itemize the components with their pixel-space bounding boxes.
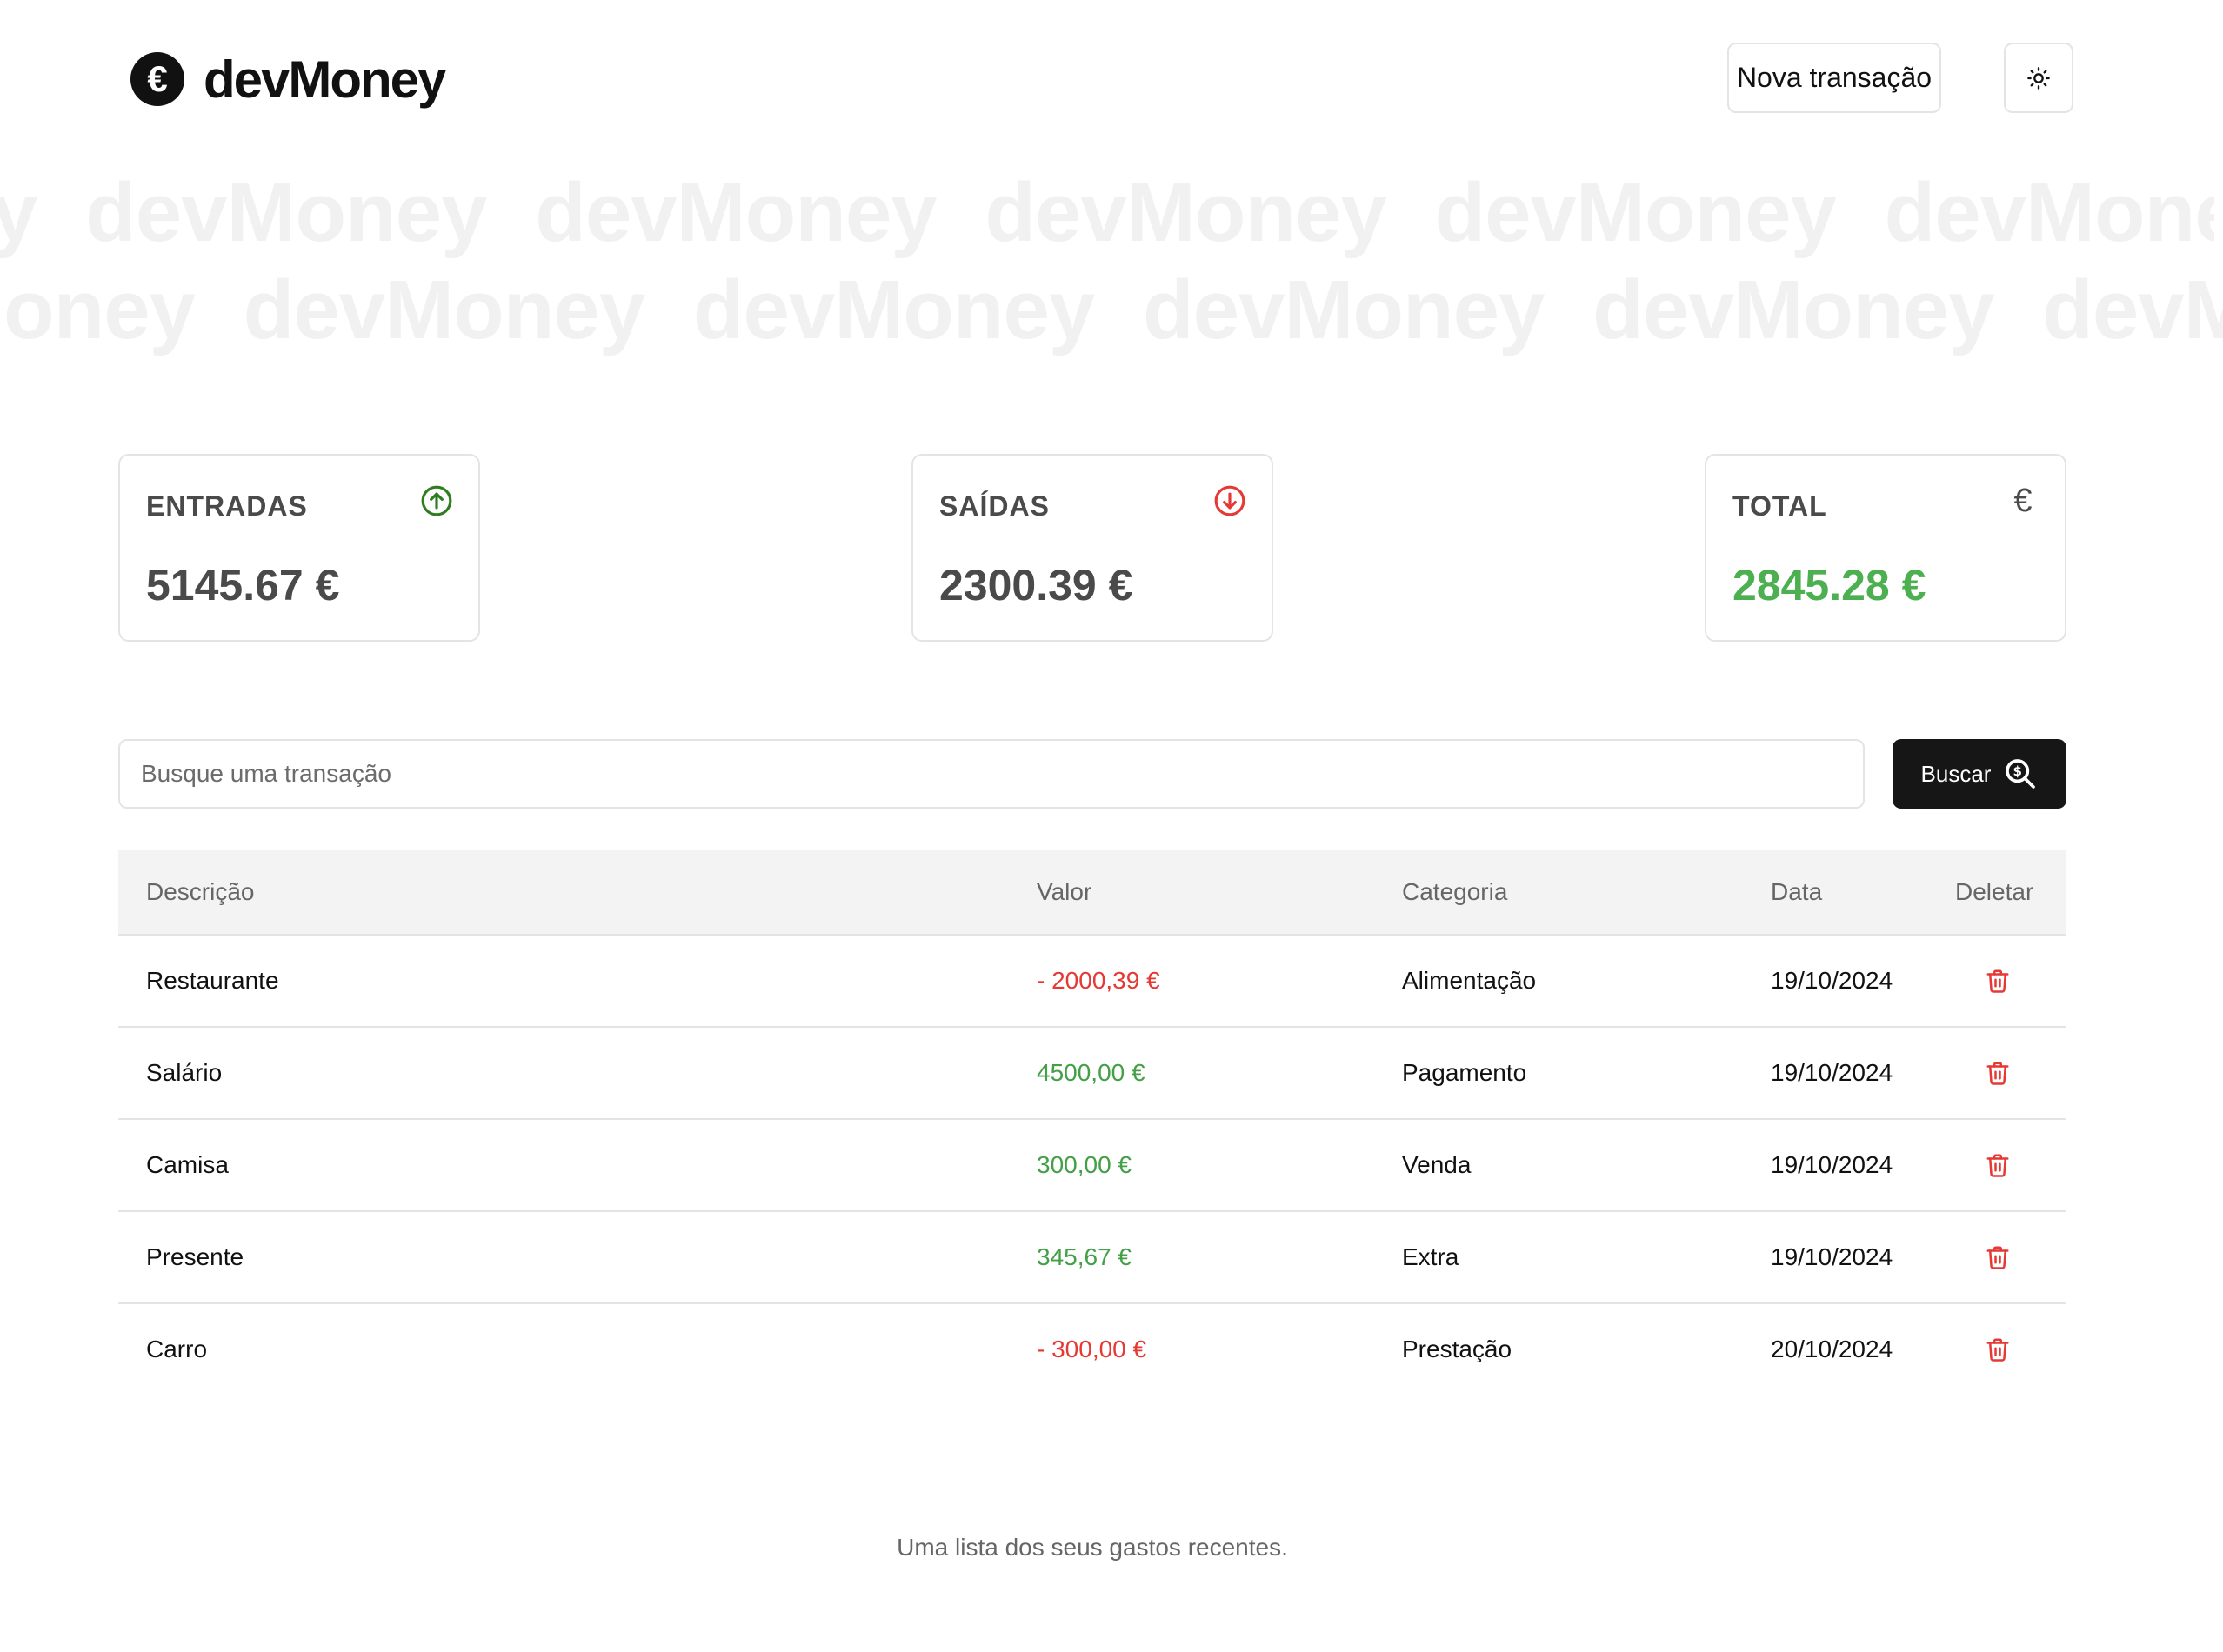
row-date: 19/10/2024 [1771, 1243, 1893, 1270]
row-category: Extra [1402, 1243, 1459, 1270]
outcome-value: 2300.39 € [939, 561, 1133, 610]
trash-icon [1986, 1338, 2009, 1362]
table-row: Camisa 300,00 € Venda 19/10/2024 [118, 1120, 2066, 1212]
delete-transaction-button[interactable] [1985, 1304, 2011, 1395]
total-label: TOTAL [1732, 490, 1827, 522]
row-value: 4500,00 € [1037, 1059, 1145, 1086]
income-card: ENTRADAS 5145.67 € [118, 454, 480, 642]
income-label: ENTRADAS [146, 490, 308, 522]
delete-transaction-button[interactable] [1985, 1212, 2011, 1302]
table-row: Restaurante - 2000,39 € Alimentação 19/1… [118, 936, 2066, 1028]
table-row: Presente 345,67 € Extra 19/10/2024 [118, 1212, 2066, 1304]
theme-toggle-button[interactable] [2004, 43, 2073, 113]
watermark-line-2: oney devMoney devMoney devMoney devMoney… [3, 263, 2223, 356]
row-category: Prestação [1402, 1336, 1512, 1362]
trash-icon [1986, 1062, 2009, 1085]
header-description: Descrição [146, 878, 255, 905]
total-card: TOTAL € 2845.28 € [1705, 454, 2066, 642]
row-description: Presente [146, 1243, 244, 1270]
trash-icon [1986, 1154, 2009, 1177]
row-value: - 300,00 € [1037, 1336, 1147, 1362]
header-date: Data [1771, 878, 1823, 905]
transactions-table: Descrição Valor Categoria Data Deletar R… [118, 850, 2066, 1395]
row-value: 300,00 € [1037, 1151, 1132, 1178]
row-date: 19/10/2024 [1771, 1151, 1893, 1178]
table-header: Descrição Valor Categoria Data Deletar [118, 850, 2066, 936]
sun-icon [2027, 66, 2050, 90]
arrow-up-circle-icon [419, 483, 454, 518]
row-category: Venda [1402, 1151, 1472, 1178]
euro-logo-icon: € [130, 52, 184, 106]
delete-transaction-button[interactable] [1985, 1028, 2011, 1118]
row-category: Pagamento [1402, 1059, 1527, 1086]
row-category: Alimentação [1402, 967, 1537, 994]
search-input[interactable] [118, 739, 1865, 809]
total-value: 2845.28 € [1732, 561, 1926, 610]
svg-text:$: $ [2013, 763, 2022, 779]
euro-icon: € [2013, 482, 2033, 519]
income-value: 5145.67 € [146, 561, 340, 610]
table-row: Carro - 300,00 € Prestação 20/10/2024 [118, 1304, 2066, 1395]
trash-icon [1986, 1246, 2009, 1269]
row-description: Carro [146, 1336, 208, 1362]
row-description: Salário [146, 1059, 223, 1086]
trash-icon [1986, 969, 2009, 993]
table-caption: Uma lista dos seus gastos recentes. [897, 1534, 1288, 1561]
arrow-down-circle-icon [1212, 483, 1247, 518]
search-button[interactable]: Buscar $ [1893, 739, 2066, 809]
new-transaction-button[interactable]: Nova transação [1727, 43, 1941, 113]
table-row: Salário 4500,00 € Pagamento 19/10/2024 [118, 1028, 2066, 1120]
row-description: Camisa [146, 1151, 229, 1178]
watermark-line-1: y devMoney devMoney devMoney devMoney de… [0, 166, 2214, 259]
row-date: 20/10/2024 [1771, 1336, 1893, 1362]
search-money-icon: $ [2006, 759, 2036, 789]
header-delete: Deletar [1955, 878, 2034, 905]
row-value: 345,67 € [1037, 1243, 1132, 1270]
row-value: - 2000,39 € [1037, 967, 1160, 994]
header-value: Valor [1037, 878, 1092, 905]
delete-transaction-button[interactable] [1985, 1120, 2011, 1210]
header-category: Categoria [1402, 878, 1508, 905]
outcome-card: SAÍDAS 2300.39 € [911, 454, 1273, 642]
app-title: devMoney [204, 50, 446, 109]
delete-transaction-button[interactable] [1985, 936, 2011, 1026]
row-description: Restaurante [146, 967, 279, 994]
row-date: 19/10/2024 [1771, 1059, 1893, 1086]
search-button-label: Buscar [1920, 760, 1992, 787]
app-logo[interactable]: € devMoney [130, 50, 446, 109]
row-date: 19/10/2024 [1771, 967, 1893, 994]
outcome-label: SAÍDAS [939, 490, 1050, 522]
